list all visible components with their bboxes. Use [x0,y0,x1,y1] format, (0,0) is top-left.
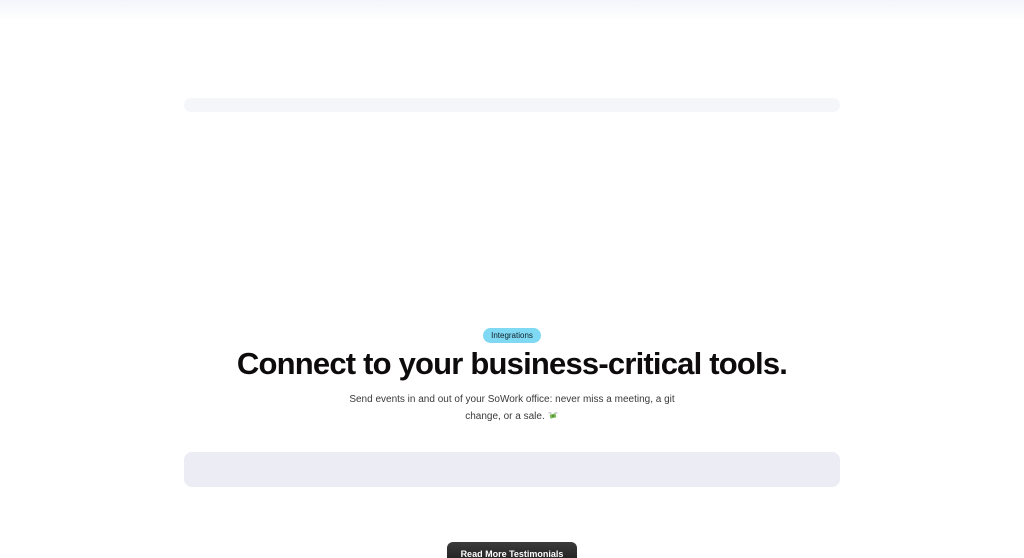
header-band [0,0,1024,20]
integrations-section: Integrations Connect to your business-cr… [0,325,1024,425]
integrations-badge: Integrations [483,328,541,343]
money-with-wings-icon [547,412,558,419]
read-more-testimonials-button[interactable]: Read More Testimonials [447,542,577,558]
page: Integrations Connect to your business-cr… [0,0,1024,558]
section-headline: Connect to your business-critical tools. [236,346,788,381]
integrations-logos-strip [184,452,840,487]
loading-placeholder-bar [184,98,840,112]
section-description-text: Send events in and out of your SoWork of… [349,394,675,422]
section-description: Send events in and out of your SoWork of… [347,391,677,425]
